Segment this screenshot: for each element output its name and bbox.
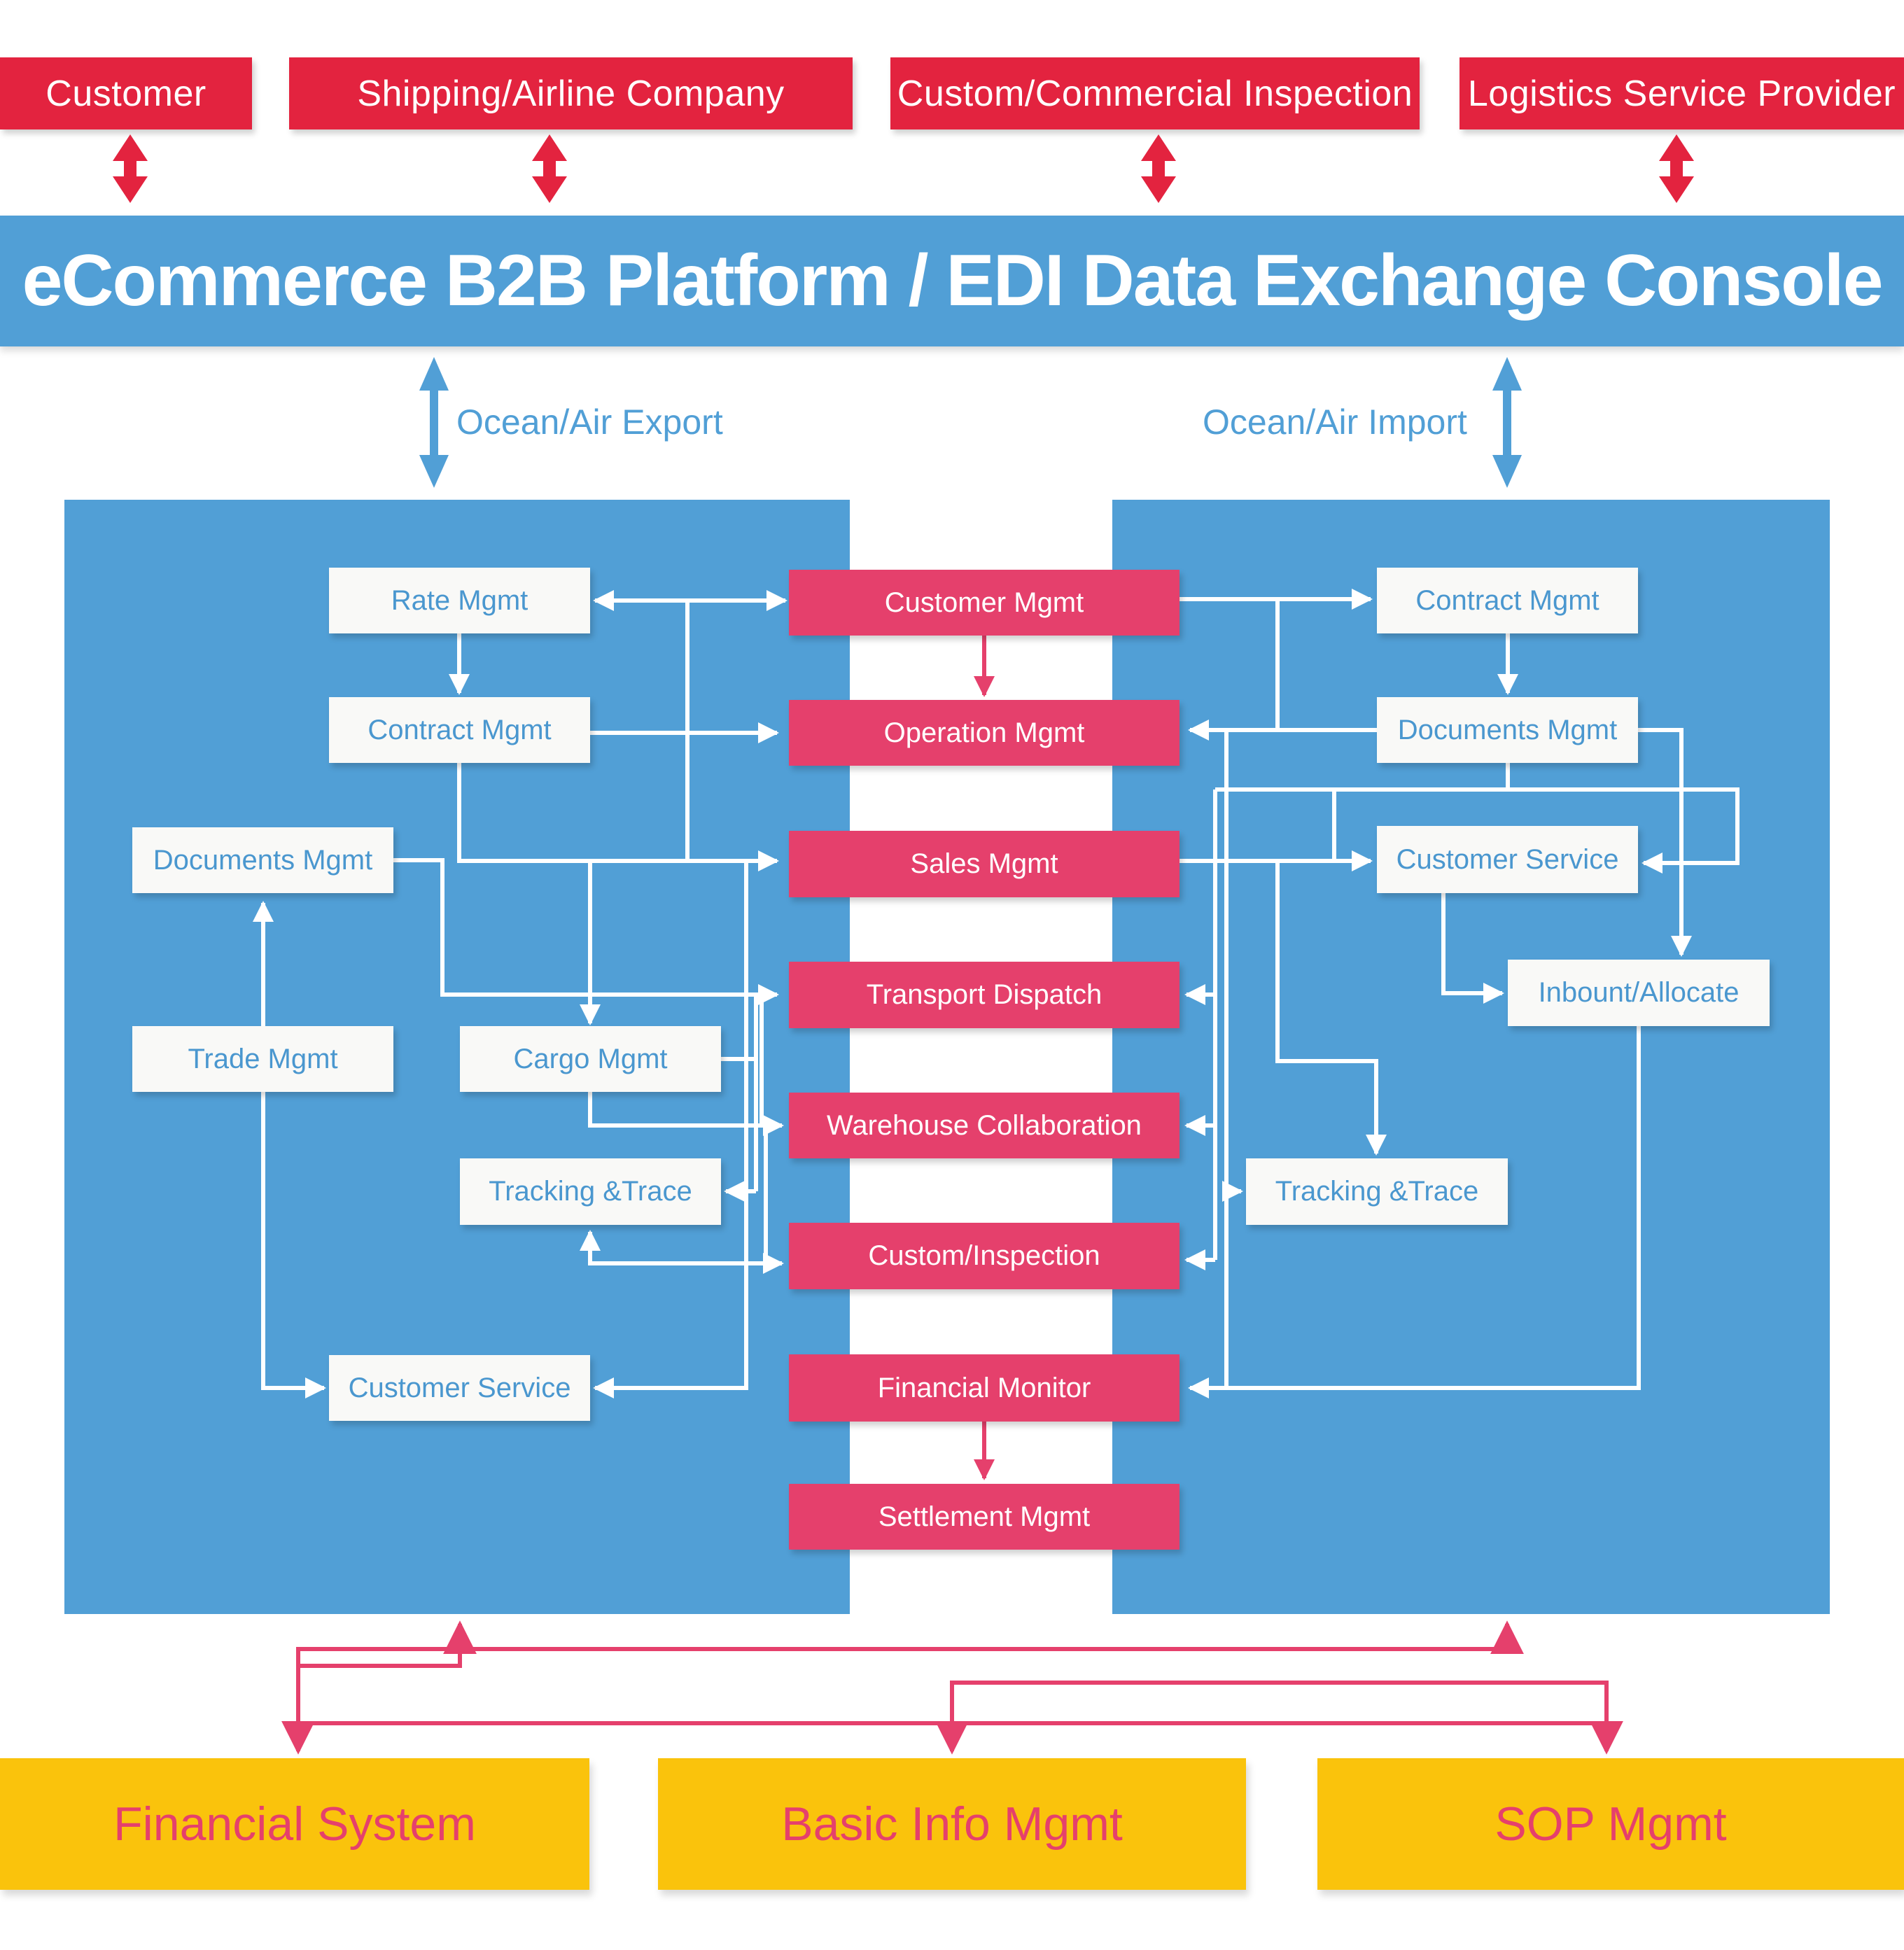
double-arrow-icon xyxy=(113,134,148,203)
export-module-customer-service[interactable]: Customer Service xyxy=(329,1355,590,1421)
double-arrow-icon xyxy=(1659,134,1694,203)
export-module-trade[interactable]: Trade Mgmt xyxy=(132,1026,393,1092)
core-module-customer[interactable]: Customer Mgmt xyxy=(789,570,1180,636)
support-connectors xyxy=(281,1620,1623,1755)
export-module-contract[interactable]: Contract Mgmt xyxy=(329,697,590,763)
export-module-documents[interactable]: Documents Mgmt xyxy=(132,827,393,893)
import-module-inbound-allocate[interactable]: Inbount/Allocate xyxy=(1508,960,1770,1026)
import-double-arrow-icon xyxy=(1492,357,1522,488)
external-link-arrows xyxy=(113,134,1694,203)
import-module-tracking[interactable]: Tracking &Trace xyxy=(1246,1158,1508,1225)
core-module-operation[interactable]: Operation Mgmt xyxy=(789,700,1180,766)
core-module-custom-inspection[interactable]: Custom/Inspection xyxy=(789,1223,1180,1289)
export-module-tracking[interactable]: Tracking &Trace xyxy=(460,1158,721,1225)
core-module-warehouse[interactable]: Warehouse Collaboration xyxy=(789,1093,1180,1158)
export-module-cargo[interactable]: Cargo Mgmt xyxy=(460,1026,721,1092)
export-module-rate[interactable]: Rate Mgmt xyxy=(329,568,590,633)
double-arrow-icon xyxy=(1141,134,1176,203)
core-module-settlement[interactable]: Settlement Mgmt xyxy=(789,1484,1180,1550)
core-module-sales[interactable]: Sales Mgmt xyxy=(789,831,1180,897)
support-basic-info[interactable]: Basic Info Mgmt xyxy=(658,1758,1246,1890)
export-double-arrow-icon xyxy=(419,357,449,488)
core-module-financial-monitor[interactable]: Financial Monitor xyxy=(789,1354,1180,1422)
double-arrow-icon xyxy=(532,134,567,203)
core-module-transport[interactable]: Transport Dispatch xyxy=(789,962,1180,1028)
import-module-documents[interactable]: Documents Mgmt xyxy=(1377,697,1638,763)
flow-arrows xyxy=(419,357,1522,488)
import-module-contract[interactable]: Contract Mgmt xyxy=(1377,568,1638,633)
support-sop[interactable]: SOP Mgmt xyxy=(1317,1758,1904,1890)
support-financial-system[interactable]: Financial System xyxy=(0,1758,589,1890)
import-module-customer-service[interactable]: Customer Service xyxy=(1377,826,1638,893)
